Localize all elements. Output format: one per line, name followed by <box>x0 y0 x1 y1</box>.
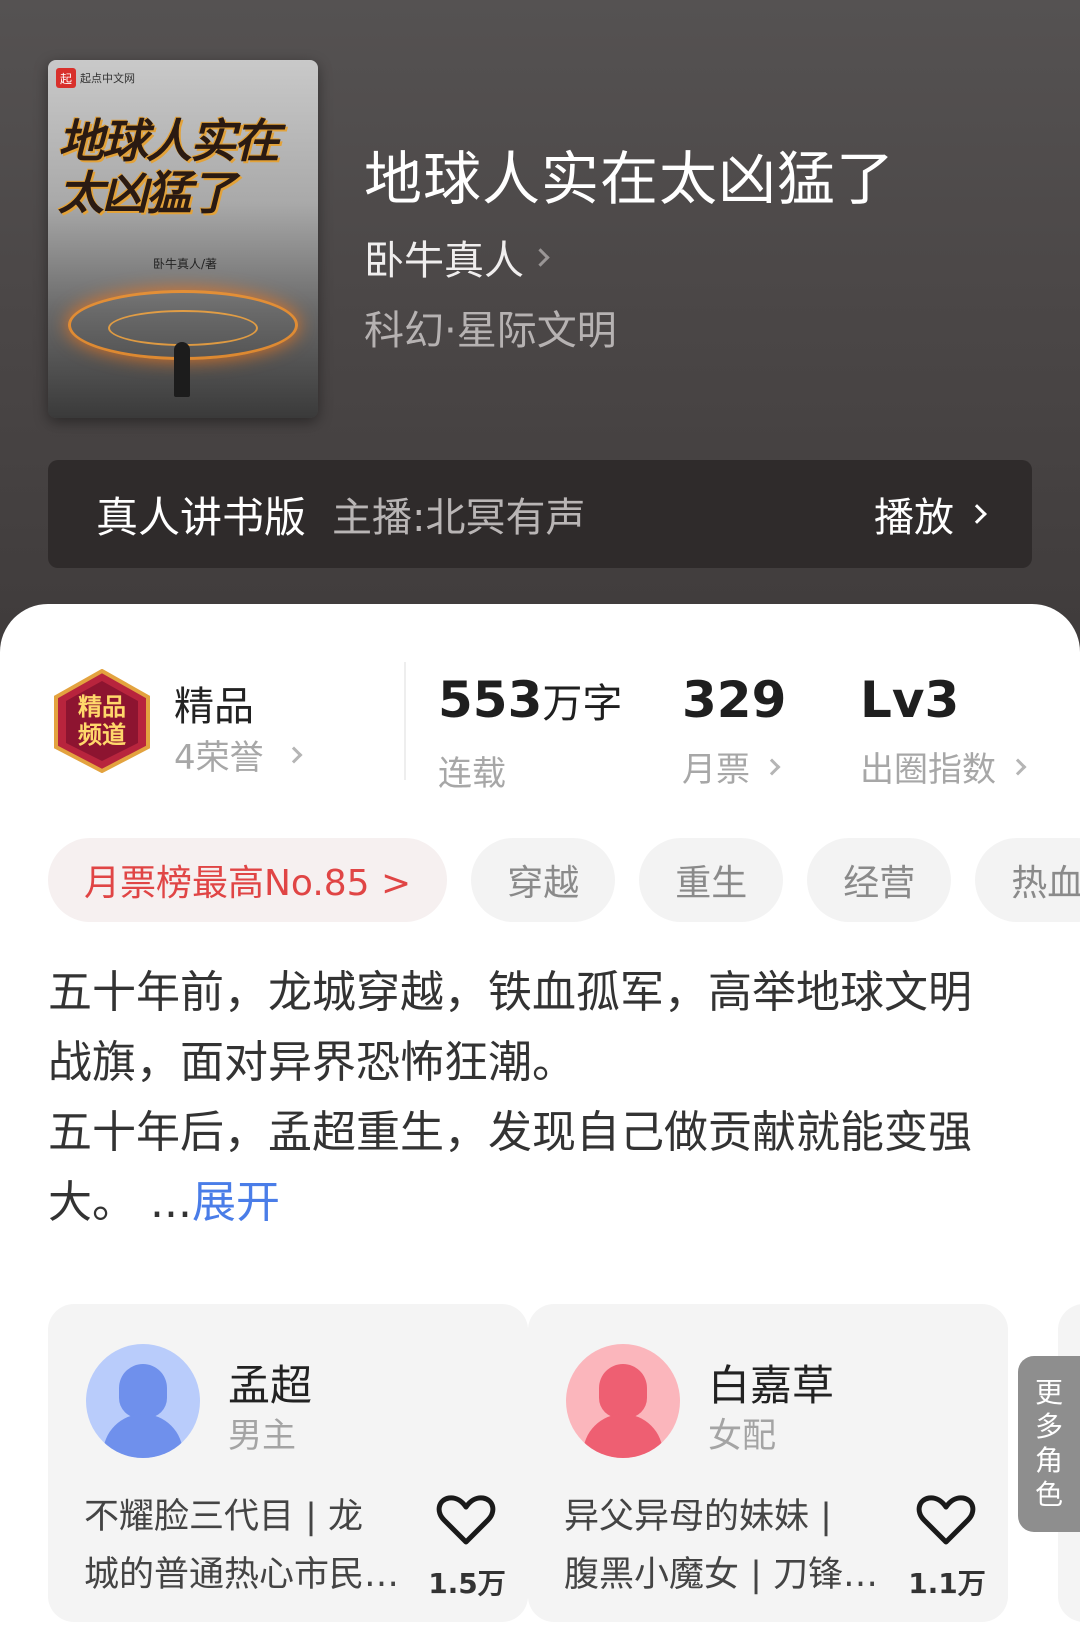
monthly-tickets-label-row: 月票 <box>682 742 786 791</box>
chevron-right-icon <box>531 247 550 267</box>
heart-icon[interactable] <box>436 1494 496 1546</box>
character-name: 孟超 <box>228 1361 313 1410</box>
book-title: 地球人实在太凶猛了 <box>364 145 896 213</box>
character-avatar <box>566 1344 680 1458</box>
avatar-body-shape <box>583 1414 663 1458</box>
cover-author: 卧牛真人/著 <box>153 257 218 271</box>
stats-row: 精品 频道 精品 4荣誉 553万字 连载 329 月票 Lv3 出圈指数 <box>0 604 1080 794</box>
chevron-right-icon <box>285 746 303 763</box>
tag-chip[interactable]: 热血 <box>975 838 1080 922</box>
more-roles-button[interactable]: 更 多 角 色 <box>1018 1356 1080 1532</box>
tag-row: 月票榜最高No.85 > 穿越 重生 经营 热血 <box>48 838 1080 922</box>
badge-text-line-1: 精品 <box>78 693 126 721</box>
cover-title-line-2: 太凶猛了 <box>58 166 236 220</box>
audio-host: 主播:北冥有声 <box>332 495 586 541</box>
badge-text-line-2: 频道 <box>78 721 126 749</box>
character-role: 女配 <box>708 1416 776 1456</box>
avatar-head-shape <box>599 1364 647 1418</box>
word-count-stat: 553万字 连载 <box>438 664 622 795</box>
tag-chip[interactable]: 经营 <box>807 838 952 922</box>
character-description-line-1: 异父异母的妹妹 | <box>564 1497 832 1537</box>
avatar-head-shape <box>119 1364 167 1418</box>
chevron-right-icon <box>763 758 781 775</box>
monthly-tickets-stat[interactable]: 329 月票 <box>682 664 786 791</box>
more-roles-char: 多 <box>1034 1410 1063 1443</box>
premium-channel-badge-icon[interactable]: 精品 频道 <box>52 669 152 773</box>
book-info-card: 精品 频道 精品 4荣誉 553万字 连载 329 月票 Lv3 出圈指数 月票… <box>0 604 1080 1649</box>
book-detail-page: 起 起点中文网 地球人实在 太凶猛了 卧牛真人/著 地球人实在太凶猛了 卧牛真人… <box>0 0 1080 1649</box>
character-card[interactable]: 孟超 男主 不耀脸三代目 | 龙 城的普通热心市民… 1.5万 <box>48 1304 528 1622</box>
more-roles-char: 角 <box>1034 1444 1063 1477</box>
avatar-body-shape <box>103 1414 183 1458</box>
character-row: 孟超 男主 不耀脸三代目 | 龙 城的普通热心市民… 1.5万 白嘉草 女配 异… <box>48 1304 1080 1624</box>
breakout-index-stat[interactable]: Lv3 出圈指数 <box>860 664 1027 791</box>
character-description: 不耀脸三代目 | 龙 城的普通热心市民… <box>84 1488 402 1604</box>
character-description: 异父异母的妹妹 | 腹黑小魔女 | 刀锋… <box>564 1488 882 1604</box>
synopsis: 五十年前，龙城穿越，铁血孤军，高举地球文明战旗，面对异界恐怖狂潮。 五十年后，孟… <box>48 958 1008 1238</box>
synopsis-paragraph-1: 五十年前，龙城穿越，铁血孤军，高举地球文明战旗，面对异界恐怖狂潮。 <box>48 967 972 1088</box>
more-roles-char: 更 <box>1034 1376 1063 1409</box>
character-description-line-2: 腹黑小魔女 | 刀锋… <box>564 1555 879 1595</box>
play-label: 播放 <box>874 495 954 541</box>
word-count-value: 553万字 <box>438 664 622 740</box>
publisher-name: 起点中文网 <box>80 72 135 85</box>
cover-title: 地球人实在 太凶猛了 <box>58 115 308 219</box>
serial-status-label: 连载 <box>438 754 506 794</box>
cover-title-line-1: 地球人实在 <box>58 114 280 168</box>
serial-status: 连载 <box>438 746 622 795</box>
publisher-logo-icon: 起 <box>56 68 76 88</box>
like-count: 1.5万 <box>428 1567 506 1600</box>
author-link[interactable]: 卧牛真人 <box>364 228 550 286</box>
cover-inner-ring-illustration <box>108 310 258 346</box>
monthly-rank-tag[interactable]: 月票榜最高No.85 > <box>48 838 448 922</box>
audio-version-label: 真人讲书版 <box>96 492 307 542</box>
chevron-right-icon <box>967 504 987 524</box>
book-header: 起 起点中文网 地球人实在 太凶猛了 卧牛真人/著 地球人实在太凶猛了 卧牛真人… <box>0 0 1080 660</box>
character-description-line-1: 不耀脸三代目 | 龙 <box>84 1497 364 1537</box>
honors-count: 4荣誉 <box>174 738 264 778</box>
chevron-right-icon <box>1009 758 1027 775</box>
heart-icon[interactable] <box>916 1494 976 1546</box>
character-card[interactable]: 白嘉草 女配 异父异母的妹妹 | 腹黑小魔女 | 刀锋… 1.1万 <box>528 1304 1008 1622</box>
audio-version-bar[interactable]: 真人讲书版 主播:北冥有声 播放 <box>48 460 1032 568</box>
word-count-unit: 万字 <box>542 681 623 727</box>
tag-chip[interactable]: 重生 <box>639 838 784 922</box>
breakout-level-value: Lv3 <box>860 671 960 729</box>
honors-link[interactable]: 4荣誉 <box>174 730 303 779</box>
stats-divider <box>404 662 406 780</box>
cover-figure-illustration <box>174 342 190 397</box>
character-name: 白嘉草 <box>708 1361 835 1410</box>
publisher-logo: 起 起点中文网 <box>56 68 135 88</box>
breakout-label-row: 出圈指数 <box>860 742 1027 791</box>
breakout-label: 出圈指数 <box>860 750 996 790</box>
premium-label: 精品 <box>174 684 254 730</box>
more-roles-char: 色 <box>1034 1478 1063 1511</box>
play-button[interactable]: 播放 <box>874 485 987 543</box>
word-count-number: 553 <box>438 671 543 729</box>
tag-chip[interactable]: 穿越 <box>471 838 616 922</box>
character-avatar <box>86 1344 200 1458</box>
synopsis-paragraph-2-text: 五十年后，孟超重生，发现自己做贡献就能变强大。 ... <box>48 1107 972 1228</box>
synopsis-paragraph-2: 五十年后，孟超重生，发现自己做贡献就能变强大。 ...展开 <box>48 1098 1008 1238</box>
book-cover[interactable]: 起 起点中文网 地球人实在 太凶猛了 卧牛真人/著 <box>48 60 318 418</box>
monthly-tickets-value: 329 <box>682 671 787 729</box>
book-genre[interactable]: 科幻·星际文明 <box>364 298 617 356</box>
character-description-line-2: 城的普通热心市民… <box>84 1555 400 1595</box>
like-count: 1.1万 <box>908 1567 986 1600</box>
author-name: 卧牛真人 <box>364 238 524 284</box>
character-role: 男主 <box>228 1416 296 1456</box>
monthly-tickets-label: 月票 <box>682 750 750 790</box>
expand-synopsis-link[interactable]: 展开 <box>192 1177 280 1228</box>
